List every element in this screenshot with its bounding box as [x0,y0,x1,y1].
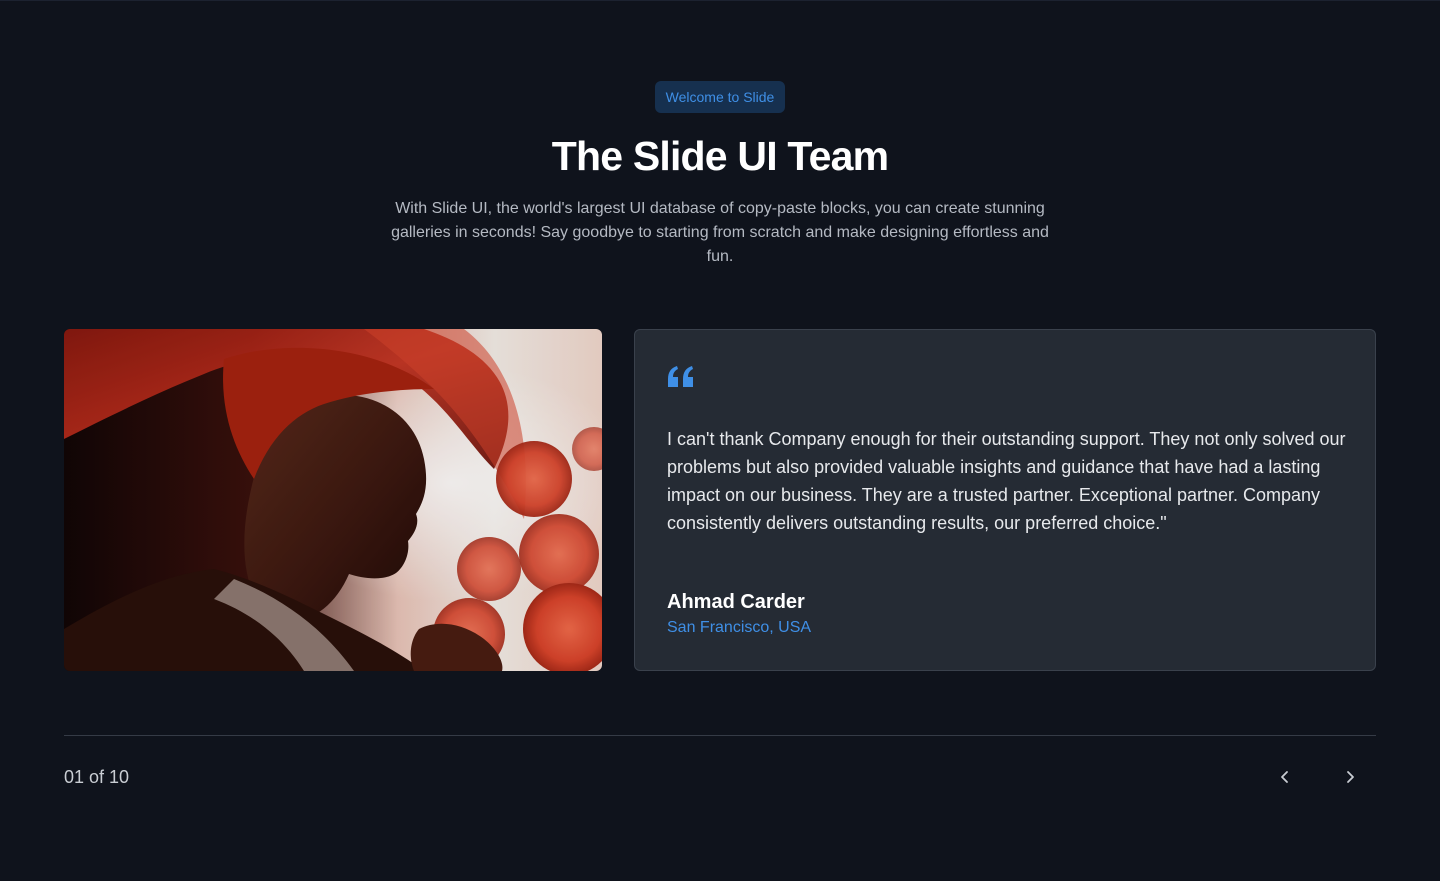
page-subtitle: With Slide UI, the world's largest UI da… [391,200,1049,265]
quote-icon [668,366,693,387]
divider [64,735,1376,736]
next-button[interactable] [1334,761,1366,793]
chevron-left-icon [1281,771,1288,783]
testimonial-card: I can't thank Company enough for their o… [634,329,1376,671]
testimonial-quote: I can't thank Company enough for their o… [667,429,1346,533]
previous-button[interactable] [1269,761,1301,793]
portrait-image [64,329,602,671]
testimonial-section: Welcome to Slide The Slide UI Team With … [0,0,1440,881]
slide-counter: 01 of 10 [64,767,130,787]
author-name: Ahmad Carder [667,591,805,613]
section-header: Welcome to Slide The Slide UI Team With … [0,1,1440,269]
welcome-badge: Welcome to Slide [654,81,786,113]
page-title: The Slide UI Team [551,133,889,179]
chevron-right-icon [1347,771,1354,783]
testimonial-photo [64,329,602,671]
author-location: San Francisco, USA [667,619,812,636]
